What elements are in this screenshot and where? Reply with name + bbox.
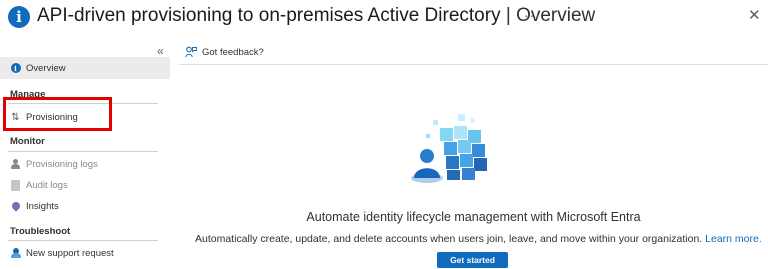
- get-started-button[interactable]: Get started: [437, 252, 508, 268]
- onboarding-headline: Automate identity lifecycle management w…: [306, 210, 641, 224]
- page-header: i API-driven provisioning to on-premises…: [0, 0, 768, 36]
- learn-more-link[interactable]: Learn more.: [705, 233, 762, 245]
- sidebar-item-label: New support request: [26, 247, 114, 259]
- sidebar-item-audit-logs[interactable]: Audit logs: [0, 174, 170, 196]
- divider: [8, 151, 158, 152]
- lightbulb-icon: [9, 200, 22, 212]
- title-separator: |: [505, 5, 511, 26]
- feedback-icon: [185, 46, 197, 58]
- command-bar: Got feedback?: [179, 43, 768, 65]
- page-title-main: API-driven provisioning to on-premises A…: [37, 5, 501, 26]
- sidebar-item-label: Provisioning logs: [26, 158, 98, 170]
- feedback-button[interactable]: Got feedback?: [185, 46, 264, 58]
- user-icon: [11, 159, 20, 169]
- sidebar-item-insights[interactable]: Insights: [0, 195, 170, 217]
- sidebar-item-provisioning-logs[interactable]: Provisioning logs: [0, 153, 170, 175]
- sidebar-item-label: Overview: [26, 62, 66, 74]
- page-title: API-driven provisioning to on-premises A…: [37, 4, 595, 28]
- section-header-monitor: Monitor: [10, 136, 45, 147]
- highlight-box: [3, 97, 112, 131]
- onboarding-description: Automatically create, update, and delete…: [0, 233, 768, 245]
- sidebar-item-new-support-request[interactable]: New support request: [0, 242, 170, 264]
- sidebar-item-overview[interactable]: i Overview: [0, 57, 170, 79]
- sidebar-item-label: Insights: [26, 200, 59, 212]
- provisioning-illustration: [411, 114, 487, 183]
- more-options-button[interactable]: ···: [524, 7, 541, 23]
- feedback-label: Got feedback?: [202, 46, 264, 58]
- close-button[interactable]: ✕: [748, 6, 761, 24]
- support-user-icon: [10, 248, 21, 258]
- sidebar-item-label: Audit logs: [26, 179, 68, 191]
- info-icon: i: [10, 63, 21, 73]
- info-icon: i: [8, 6, 30, 28]
- document-icon: [11, 179, 20, 191]
- collapse-sidebar-button[interactable]: «: [157, 44, 164, 58]
- description-text: Automatically create, update, and delete…: [195, 233, 703, 245]
